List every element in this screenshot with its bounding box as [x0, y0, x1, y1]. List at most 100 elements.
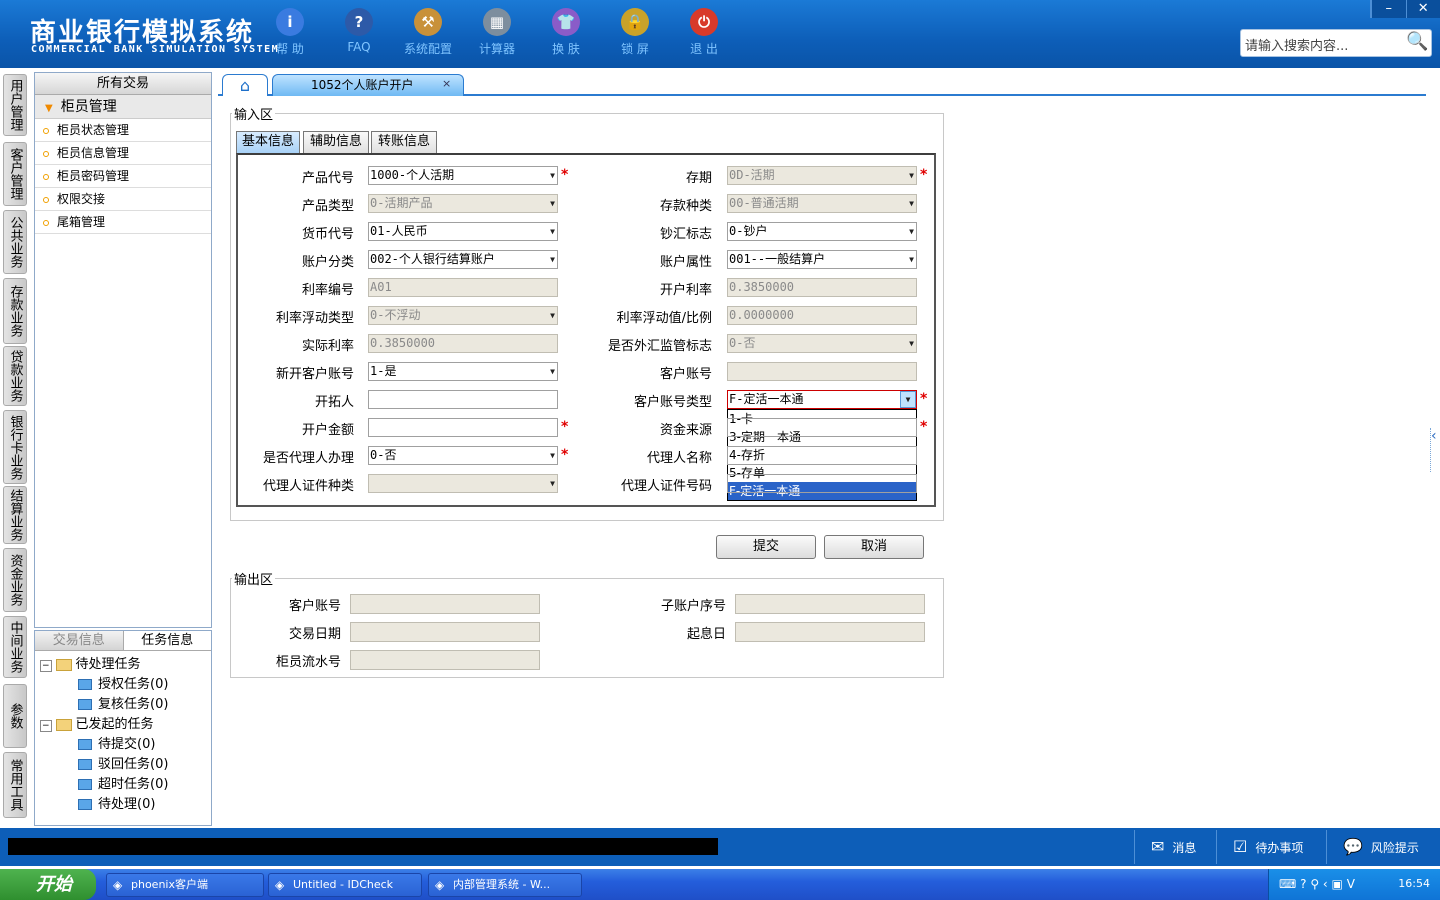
- toolbar-toolbox-button[interactable]: ⚒ 系统配置: [398, 8, 458, 57]
- select-field[interactable]: 1-是 ▼: [368, 362, 558, 381]
- toolbar-label: 锁 屏: [621, 42, 649, 56]
- text-field[interactable]: [727, 474, 917, 493]
- toolbar-calculator-button[interactable]: ▦ 计算器: [467, 8, 527, 57]
- tree-label: 待处理(0): [98, 797, 156, 812]
- tab-basic-info[interactable]: 基本信息: [236, 131, 300, 153]
- select-field[interactable]: 0-钞户 ▼: [727, 222, 917, 241]
- category-tab[interactable]: 存款业务: [3, 278, 27, 344]
- chevron-down-icon[interactable]: ▼: [909, 251, 914, 268]
- tree-label: 授权任务(0): [98, 677, 169, 692]
- folder-icon: [55, 658, 72, 671]
- window-controls: – ✕: [1370, 0, 1440, 18]
- category-tab[interactable]: 参数: [3, 684, 27, 748]
- text-field: 0.3850000: [727, 278, 917, 297]
- system-tray: ⌨ ? ⚲ ‹ ▣ V 16:54: [1268, 869, 1440, 900]
- toolbar-power-button[interactable]: ⏻ 退 出: [674, 8, 734, 57]
- tab-auxiliary-info[interactable]: 辅助信息: [303, 131, 369, 153]
- toolbar-help-button[interactable]: ? FAQ: [329, 8, 389, 54]
- tree-leaf[interactable]: 复核任务(0): [78, 693, 168, 712]
- minimize-button[interactable]: –: [1371, 0, 1406, 18]
- field-label: 产品类型: [301, 199, 354, 214]
- tab-transfer-info[interactable]: 转账信息: [371, 131, 437, 153]
- category-tab[interactable]: 资金业务: [3, 548, 27, 612]
- close-tab-icon[interactable]: ×: [442, 77, 451, 90]
- menu-item[interactable]: 尾箱管理: [35, 211, 211, 234]
- category-tab[interactable]: 用户管理: [3, 74, 27, 136]
- menu-item[interactable]: 柜员密码管理: [35, 165, 211, 188]
- search-icon[interactable]: 🔍: [1406, 31, 1430, 55]
- chevron-down-icon[interactable]: ▼: [550, 307, 555, 324]
- toolbar-tshirt-button[interactable]: 👕 换 肤: [536, 8, 596, 57]
- tray-icons[interactable]: ⌨ ? ⚲ ‹ ▣ V: [1279, 877, 1355, 891]
- text-field[interactable]: [727, 418, 917, 437]
- category-tab[interactable]: 结算业务: [3, 486, 27, 544]
- menu-item[interactable]: 权限交接: [35, 188, 211, 211]
- text-field[interactable]: [368, 418, 558, 437]
- select-field[interactable]: 002-个人银行结算账户 ▼: [368, 250, 558, 269]
- tree-folder[interactable]: − 待处理任务: [40, 653, 141, 672]
- category-tab[interactable]: 银行卡业务: [3, 410, 27, 484]
- status-checkbox[interactable]: ☑ 待办事项: [1216, 830, 1326, 864]
- select-field[interactable]: 01-人民币 ▼: [368, 222, 558, 241]
- tree-leaf[interactable]: 待处理(0): [78, 793, 155, 812]
- menu-title[interactable]: 所有交易: [35, 73, 211, 95]
- chevron-down-icon[interactable]: ▼: [550, 195, 555, 212]
- select-field[interactable]: 0-否 ▼: [368, 446, 558, 465]
- chevron-down-icon[interactable]: ▼: [550, 475, 555, 492]
- taskbar-app[interactable]: ◈ phoenix客户端: [106, 873, 264, 897]
- taskbar-app[interactable]: ◈ Untitled - IDCheck: [268, 873, 422, 897]
- status-chat-bubble[interactable]: 💬 风险提示: [1326, 830, 1440, 864]
- collapse-icon[interactable]: −: [40, 660, 52, 672]
- select-field: 0-活期产品 ▼: [368, 194, 558, 213]
- chevron-down-icon[interactable]: ▼: [909, 223, 914, 240]
- collapse-handle[interactable]: ‹: [1430, 428, 1440, 472]
- chevron-down-icon[interactable]: ▼: [550, 167, 555, 184]
- tab-task-info[interactable]: 任务信息: [122, 631, 211, 650]
- text-field[interactable]: [727, 446, 917, 465]
- field-label: 代理人证件种类: [262, 479, 354, 494]
- select-field[interactable]: F-定活一本通 ▼: [727, 390, 917, 409]
- status-mail[interactable]: ✉ 消息: [1134, 830, 1216, 864]
- text-field[interactable]: [368, 390, 558, 409]
- chevron-down-icon[interactable]: ▼: [909, 167, 914, 184]
- search-input[interactable]: 请输入搜索内容...: [1240, 29, 1432, 57]
- category-tab[interactable]: 常用工具: [3, 752, 27, 818]
- tree-leaf[interactable]: 待提交(0): [78, 733, 155, 752]
- toolbar-lock-button[interactable]: 🔒 锁 屏: [605, 8, 665, 57]
- chevron-down-icon[interactable]: ▼: [550, 363, 555, 380]
- toolbar-info-button[interactable]: i 帮 助: [260, 8, 320, 57]
- menu-group[interactable]: ▼ 柜员管理: [35, 95, 211, 119]
- chevron-down-icon[interactable]: ▼: [550, 223, 555, 240]
- submit-button[interactable]: 提交: [716, 535, 816, 559]
- tree-leaf[interactable]: 驳回任务(0): [78, 753, 168, 772]
- taskbar-app[interactable]: ◈ 内部管理系统 - W...: [428, 873, 582, 897]
- chevron-down-icon[interactable]: ▼: [550, 251, 555, 268]
- menu-item[interactable]: 柜员状态管理: [35, 119, 211, 142]
- required-asterisk: *: [920, 167, 928, 183]
- tree-folder[interactable]: − 已发起的任务: [40, 713, 154, 732]
- menu-item[interactable]: 柜员信息管理: [35, 142, 211, 165]
- category-tab[interactable]: 贷款业务: [3, 346, 27, 406]
- tree-leaf[interactable]: 超时任务(0): [78, 773, 168, 792]
- chevron-down-icon[interactable]: ▼: [550, 447, 555, 464]
- bullet-icon: [43, 196, 49, 203]
- category-tab[interactable]: 公共业务: [3, 210, 27, 274]
- close-button[interactable]: ✕: [1405, 0, 1440, 18]
- chevron-down-icon[interactable]: ▼: [900, 391, 916, 408]
- select-field[interactable]: 1000-个人活期 ▼: [368, 166, 558, 185]
- task-icon: [78, 679, 92, 690]
- start-button[interactable]: 开始: [0, 869, 96, 900]
- cancel-button[interactable]: 取消: [824, 535, 924, 559]
- tree-label: 已发起的任务: [75, 717, 154, 732]
- category-tab[interactable]: 客户管理: [3, 142, 27, 206]
- home-tab[interactable]: ⌂: [222, 74, 268, 96]
- collapse-icon[interactable]: −: [40, 720, 52, 732]
- text-field: 0.0000000: [727, 306, 917, 325]
- tree-leaf[interactable]: 授权任务(0): [78, 673, 168, 692]
- chevron-down-icon[interactable]: ▼: [909, 195, 914, 212]
- chevron-down-icon[interactable]: ▼: [909, 335, 914, 352]
- select-field[interactable]: 001--一般结算户 ▼: [727, 250, 917, 269]
- tab-transaction-info[interactable]: 交易信息: [35, 631, 123, 650]
- category-tab[interactable]: 中间业务: [3, 616, 27, 678]
- tab-account-opening[interactable]: 1052个人账户开户: [272, 74, 464, 96]
